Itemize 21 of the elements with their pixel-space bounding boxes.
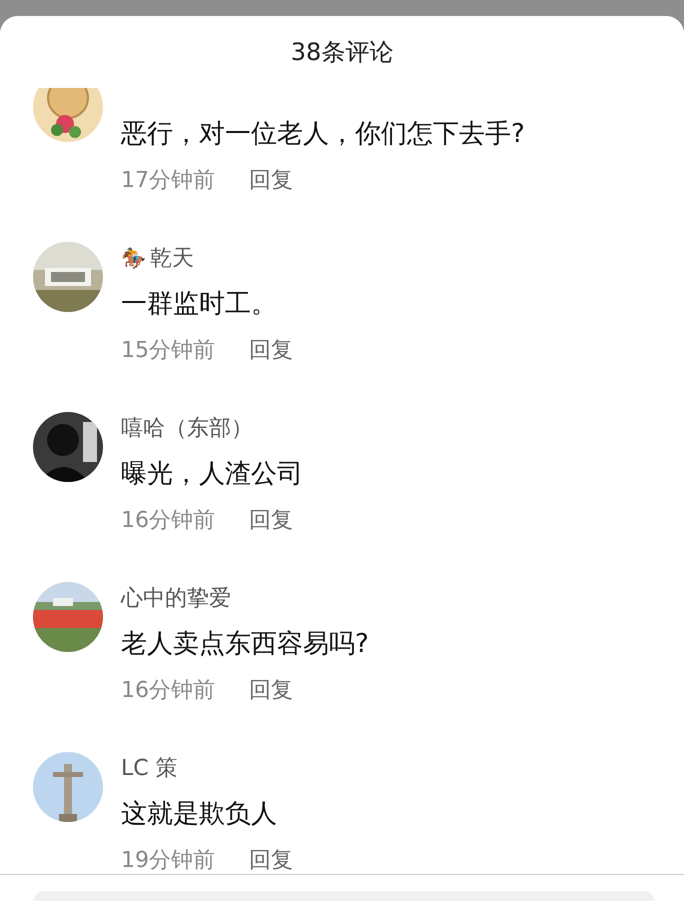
comments-title: 38条评论 <box>290 37 394 68</box>
comment-time: 15分钟前 <box>121 337 215 365</box>
reply-button[interactable]: 回复 <box>249 845 293 874</box>
reply-button[interactable]: 回复 <box>249 335 293 365</box>
reply-button[interactable]: 回复 <box>249 505 293 535</box>
comment-text: 老人卖点东西容易吗? <box>121 628 369 661</box>
rider-emoji: 🏇 <box>121 246 146 270</box>
comment-time: 16分钟前 <box>121 507 215 535</box>
user-name[interactable]: 嘻哈（东部） <box>121 413 253 443</box>
comment-time: 17分钟前 <box>121 167 215 195</box>
comment-text: 这就是欺负人 <box>121 798 278 831</box>
comment-text: 曝光，人渣公司 <box>121 458 303 491</box>
reply-button[interactable]: 回复 <box>249 165 293 195</box>
comment-time: 19分钟前 <box>121 847 215 874</box>
user-name[interactable]: 乾天 <box>150 243 194 273</box>
user-name[interactable]: LC 策 <box>121 753 178 783</box>
comment-time: 16分钟前 <box>121 677 215 705</box>
user-name[interactable]: 心中的挚爱 <box>121 583 231 613</box>
comment-text: 恶行，对一位老人，你们怎下去手? <box>121 118 525 151</box>
reply-button[interactable]: 回复 <box>249 675 293 705</box>
comment-text: 一群监时工。 <box>121 288 278 321</box>
